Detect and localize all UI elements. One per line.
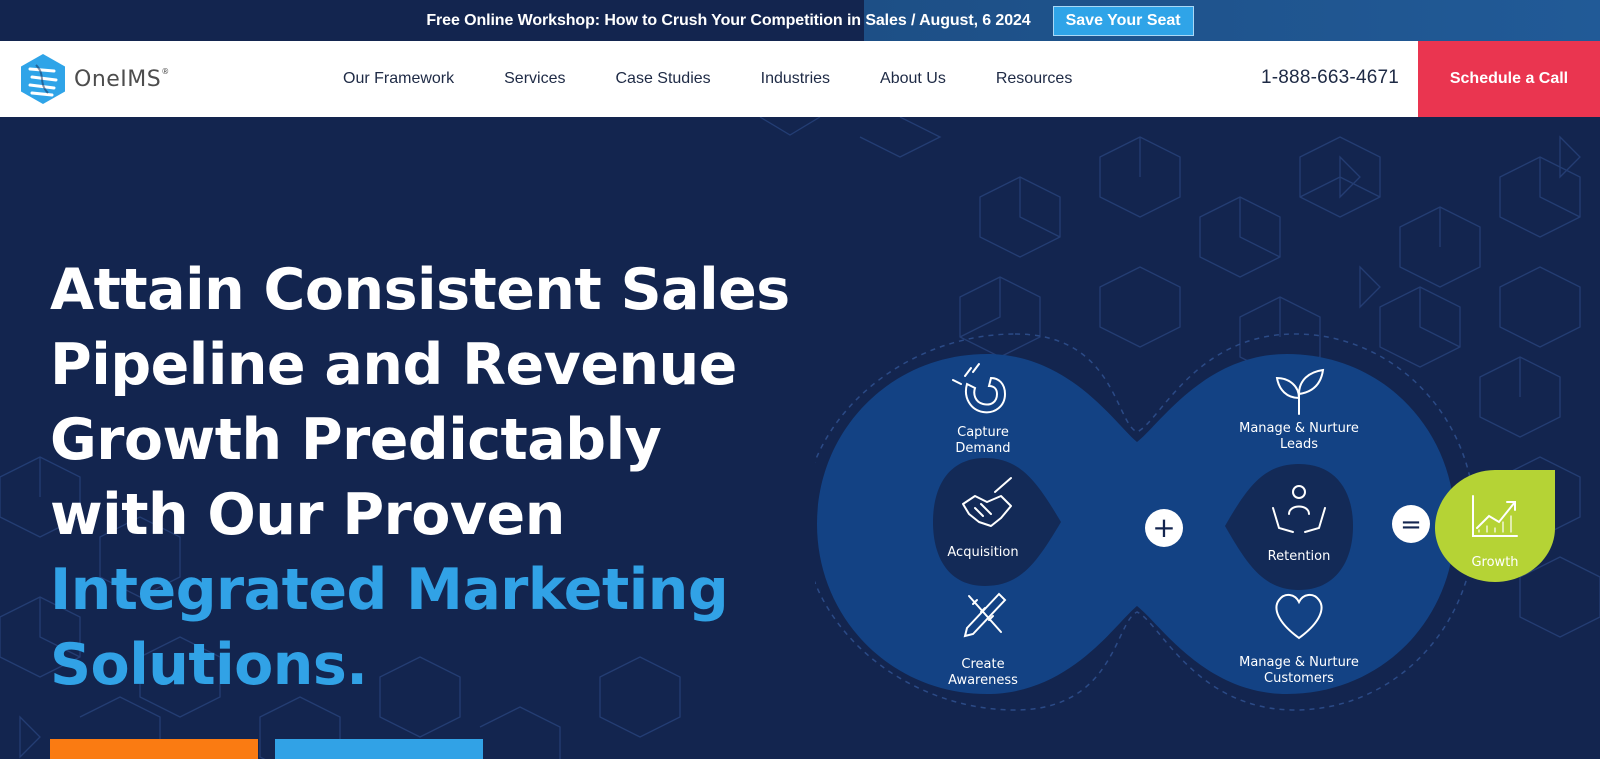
plus-symbol: + (1152, 511, 1175, 544)
logo-text: OneIMS® (74, 66, 170, 92)
hero-headline: Attain Consistent Sales Pipeline and Rev… (50, 253, 810, 703)
nav-industries[interactable]: Industries (761, 70, 830, 88)
site-header: OneIMS® Our Framework Services Case Stud… (0, 41, 1600, 117)
headline-line-2: Pipeline and Revenue (50, 332, 737, 398)
nav-about-us[interactable]: About Us (880, 70, 946, 88)
hero-primary-button[interactable] (50, 739, 258, 759)
label-manage-nurture-customers-1: Manage & Nurture (1239, 655, 1359, 670)
nav-services[interactable]: Services (504, 70, 565, 88)
label-growth: Growth (1471, 555, 1518, 570)
framework-diagram: Capture Demand Acquisition Create Awaren… (815, 333, 1555, 711)
nav-resources[interactable]: Resources (996, 70, 1072, 88)
label-create: Create (961, 657, 1004, 672)
headline-highlight-line-1: Integrated Marketing (50, 557, 729, 623)
label-customers: Customers (1264, 671, 1334, 686)
headline-line-1: Attain Consistent Sales (50, 257, 790, 323)
logo[interactable]: OneIMS® (20, 53, 170, 105)
headline-line-3: Growth Predictably (50, 407, 662, 473)
label-acquisition: Acquisition (947, 545, 1018, 560)
label-manage-nurture-leads-1: Manage & Nurture (1239, 421, 1359, 436)
nav-our-framework[interactable]: Our Framework (343, 70, 454, 88)
save-your-seat-button[interactable]: Save Your Seat (1052, 5, 1194, 36)
label-demand: Demand (955, 441, 1010, 456)
label-leads: Leads (1280, 437, 1318, 452)
label-retention: Retention (1268, 549, 1331, 564)
headline-line-4: with Our Proven (50, 482, 565, 548)
logo-hexagon-icon (21, 54, 65, 104)
schedule-call-button[interactable]: Schedule a Call (1418, 41, 1600, 117)
hero-secondary-button[interactable] (275, 739, 483, 759)
main-nav: Our Framework Services Case Studies Indu… (343, 41, 1072, 117)
announcement-text: Free Online Workshop: How to Crush Your … (426, 11, 1031, 29)
headline-highlight-line-2: Solutions. (50, 632, 368, 698)
label-capture: Capture (957, 425, 1009, 440)
announcement-bar: Free Online Workshop: How to Crush Your … (0, 0, 1600, 41)
equals-symbol: = (1400, 510, 1422, 540)
label-awareness: Awareness (948, 673, 1018, 688)
hero-section: Attain Consistent Sales Pipeline and Rev… (0, 117, 1600, 759)
phone-link[interactable]: 1-888-663-4671 (1261, 67, 1399, 89)
nav-case-studies[interactable]: Case Studies (615, 70, 710, 88)
